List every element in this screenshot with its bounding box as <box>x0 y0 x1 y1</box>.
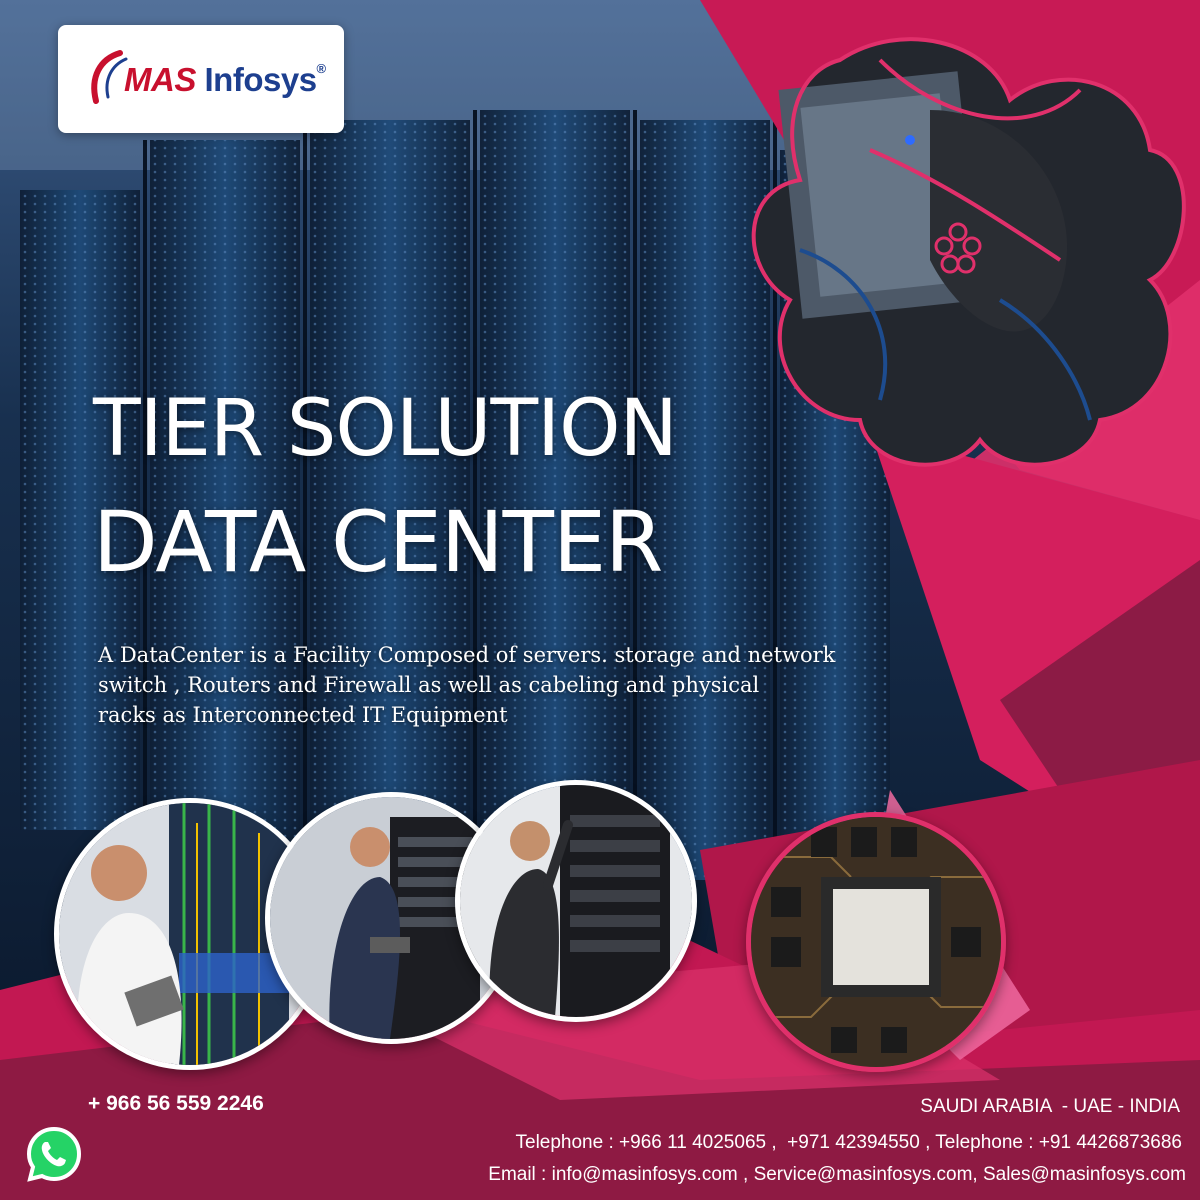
whatsapp-icon[interactable] <box>25 1125 83 1183</box>
telephone-numbers[interactable]: Telephone : +966 11 4025065 , +971 42394… <box>516 1132 1183 1154</box>
registered-mark: ® <box>316 61 327 76</box>
logo-prefix: MAS <box>124 61 196 98</box>
countries-list: SAUDI ARABIA - UAE - INDIA <box>920 1096 1180 1117</box>
circuit-board-photo <box>746 812 1006 1072</box>
logo-wordmark: MAS Infosys® <box>124 61 326 99</box>
technician-rack-photo <box>455 780 697 1022</box>
headline-line-2: DATA CENTER <box>93 493 663 591</box>
whatsapp-number[interactable]: + 966 56 559 2246 <box>88 1092 264 1116</box>
company-logo[interactable]: MAS Infosys® <box>58 25 344 133</box>
flower-photo <box>751 37 1186 467</box>
email-addresses[interactable]: Email : info@masinfosys.com , Service@ma… <box>488 1164 1186 1186</box>
logo-suffix: Infosys <box>195 61 318 98</box>
description: A DataCenter is a Facility Composed of s… <box>98 640 1058 730</box>
description-line-3: racks as Interconnected IT Equipment <box>98 703 508 727</box>
description-line-1: A DataCenter is a Facility Composed of s… <box>98 643 836 667</box>
headline-line-1: TIER SOLUTION <box>93 384 678 474</box>
description-line-2: switch , Routers and Firewall as well as… <box>98 673 760 697</box>
